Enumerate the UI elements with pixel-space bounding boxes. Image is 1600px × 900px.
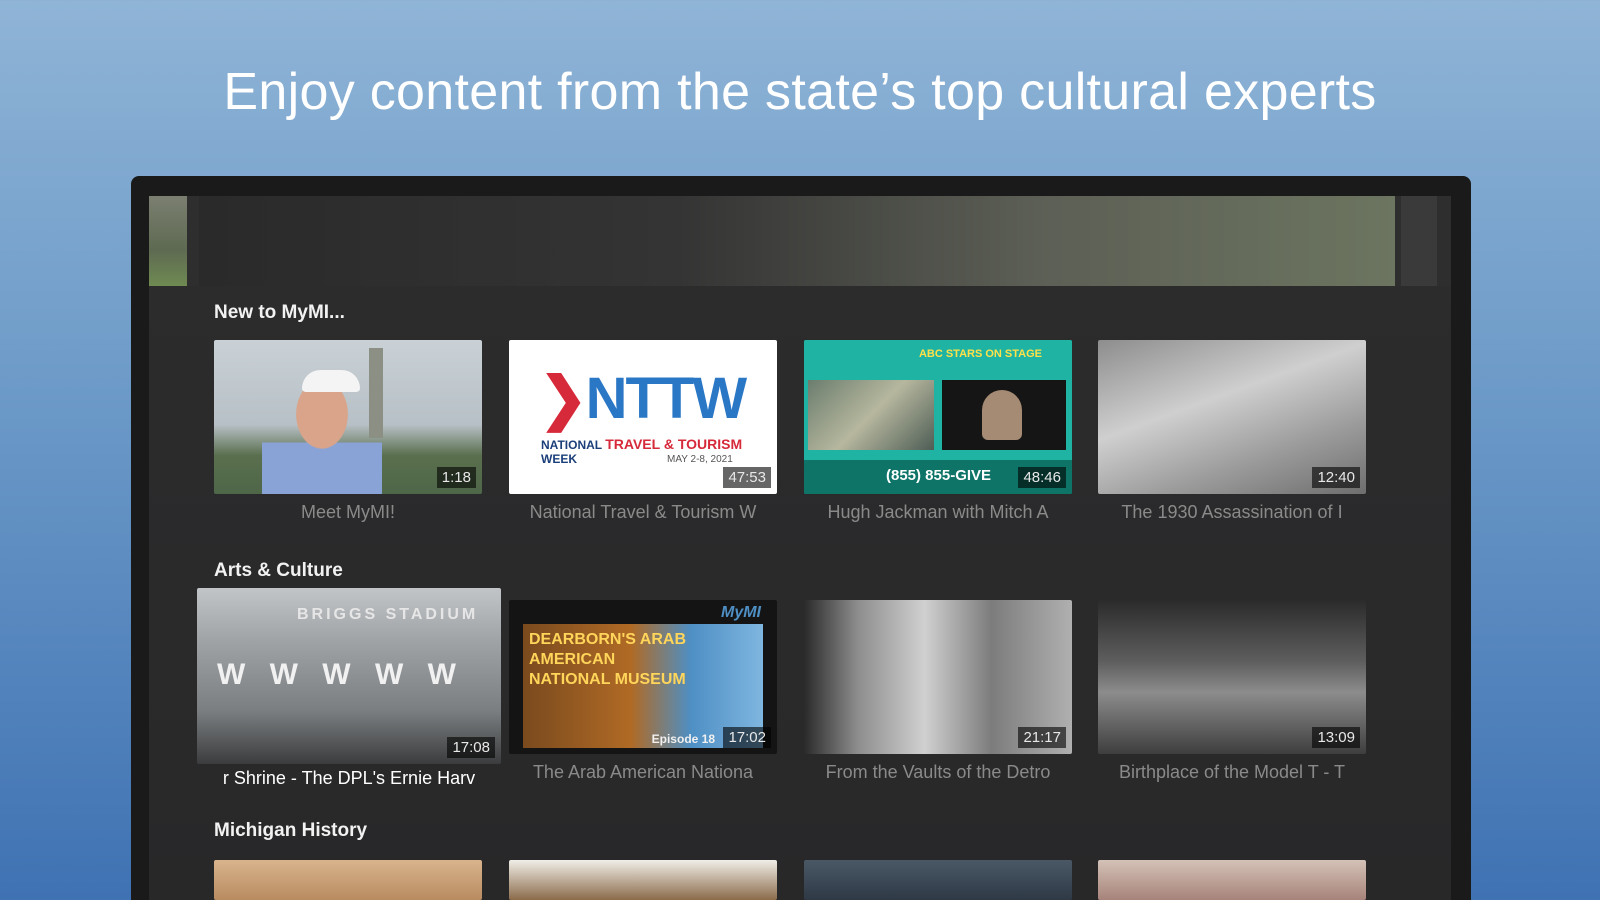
- hero-prev-image[interactable]: [149, 196, 187, 286]
- duration-badge: 17:08: [447, 737, 495, 758]
- video-title: The 1930 Assassination of I: [1121, 502, 1343, 522]
- duration-badge: 47:53: [723, 467, 771, 488]
- duration-badge: 17:02: [723, 727, 771, 748]
- video-title: r Shrine - The DPL's Ernie Harv: [222, 768, 476, 788]
- video-title: Meet MyMI!: [300, 502, 395, 522]
- video-thumbnail[interactable]: 13:09: [1098, 600, 1366, 754]
- video-title: Birthplace of the Model T - T: [1118, 762, 1346, 782]
- video-thumbnail[interactable]: [509, 860, 777, 900]
- nttw-subtitle: NATIONAL TRAVEL & TOURISM WEEK: [541, 436, 777, 466]
- app-screen: New to MyMI... 1:18 Meet MyMI! ❯NTTW NAT…: [149, 196, 1451, 900]
- video-title: National Travel & Tourism W: [529, 502, 757, 522]
- video-card[interactable]: [214, 860, 482, 900]
- video-card[interactable]: 1:18 Meet MyMI!: [214, 340, 482, 523]
- video-title: The Arab American Nationa: [532, 762, 754, 782]
- video-thumbnail[interactable]: 21:17: [804, 600, 1072, 754]
- show-banner-text: ABC STARS ON STAGE: [918, 348, 1042, 360]
- video-thumbnail[interactable]: BRIGGS STADIUM W W W W W 17:08: [197, 588, 501, 764]
- video-card[interactable]: [509, 860, 777, 900]
- row-title-new: New to MyMI...: [214, 302, 345, 323]
- hero-featured-image[interactable]: [199, 196, 1395, 286]
- museum-title: DEARBORN'S ARAB AMERICAN NATIONAL MUSEUM: [529, 631, 686, 688]
- video-thumbnail[interactable]: [1098, 860, 1366, 900]
- video-thumbnail[interactable]: 12:40: [1098, 340, 1366, 494]
- stadium-sign: BRIGGS STADIUM: [297, 606, 479, 623]
- duration-badge: 1:18: [436, 467, 476, 488]
- nttw-sub-travel: TRAVEL & TOURISM: [605, 436, 743, 452]
- nttw-logo-text: NTTW: [585, 366, 747, 431]
- video-thumbnail[interactable]: [804, 860, 1072, 900]
- episode-label: Episode 18: [651, 732, 715, 746]
- video-card[interactable]: [1098, 860, 1366, 900]
- interviewer-video: [808, 380, 934, 450]
- video-card[interactable]: ❯NTTW NATIONAL TRAVEL & TOURISM WEEK MAY…: [509, 340, 777, 523]
- presenter-figure: [262, 380, 382, 494]
- video-thumbnail[interactable]: ❯NTTW NATIONAL TRAVEL & TOURISM WEEK MAY…: [509, 340, 777, 494]
- video-card[interactable]: ABC STARS ON STAGE (855) 855-GIVE 48:46 …: [804, 340, 1072, 523]
- video-card-focused[interactable]: BRIGGS STADIUM W W W W W 17:08 r Shrine …: [197, 588, 501, 789]
- nttw-sub-week: WEEK: [541, 452, 577, 466]
- duration-badge: 12:40: [1312, 467, 1360, 488]
- hero-banner: [149, 196, 1451, 286]
- duration-badge: 21:17: [1018, 727, 1066, 748]
- video-card[interactable]: 13:09 Birthplace of the Model T - T: [1098, 600, 1366, 783]
- cap-shape: [302, 370, 360, 392]
- tv-frame: New to MyMI... 1:18 Meet MyMI! ❯NTTW NAT…: [131, 176, 1471, 900]
- video-thumbnail[interactable]: ABC STARS ON STAGE (855) 855-GIVE 48:46: [804, 340, 1072, 494]
- video-card[interactable]: 21:17 From the Vaults of the Detro: [804, 600, 1072, 783]
- nttw-logo: ❯NTTW: [539, 366, 747, 431]
- row-title-arts: Arts & Culture: [214, 560, 343, 581]
- video-card[interactable]: DEARBORN'S ARAB AMERICAN NATIONAL MUSEUM…: [509, 600, 777, 783]
- video-title: Hugh Jackman with Mitch A: [827, 502, 1049, 522]
- video-thumbnail[interactable]: 1:18: [214, 340, 482, 494]
- row-title-history: Michigan History: [214, 820, 368, 841]
- video-thumbnail[interactable]: [214, 860, 482, 900]
- video-card[interactable]: [804, 860, 1072, 900]
- video-title: From the Vaults of the Detro: [825, 762, 1051, 782]
- stadium-windows: W W W W W: [217, 658, 464, 691]
- duration-badge: 48:46: [1018, 467, 1066, 488]
- duration-badge: 13:09: [1312, 727, 1360, 748]
- promo-headline: Enjoy content from the state’s top cultu…: [223, 63, 1377, 121]
- nttw-date: MAY 2-8, 2021: [667, 454, 733, 465]
- guest-video: [942, 380, 1066, 450]
- hero-next-image[interactable]: [1401, 196, 1437, 286]
- video-card[interactable]: 12:40 The 1930 Assassination of I: [1098, 340, 1366, 523]
- mymi-brand: MyMI: [721, 604, 761, 621]
- video-thumbnail[interactable]: DEARBORN'S ARAB AMERICAN NATIONAL MUSEUM…: [509, 600, 777, 754]
- nttw-sub-national: NATIONAL: [541, 438, 602, 452]
